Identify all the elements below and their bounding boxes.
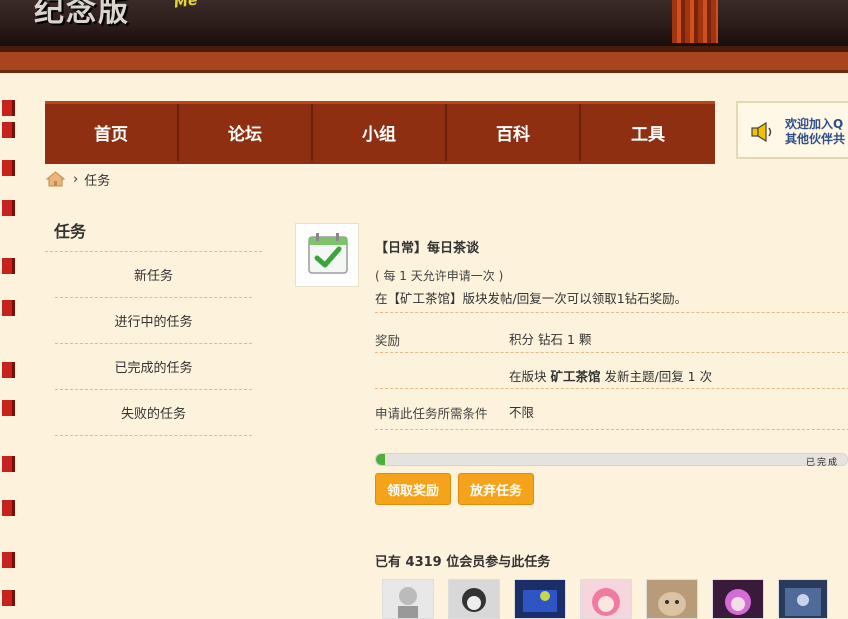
left-vine-decoration [0, 100, 16, 608]
avatar[interactable] [382, 579, 434, 619]
abandon-task-button[interactable]: 放弃任务 [458, 473, 535, 505]
avatar[interactable] [778, 579, 828, 619]
announcement-line-2: 其他伙伴共 [785, 132, 846, 146]
task-progress-fill [376, 454, 386, 465]
speaker-icon [751, 121, 772, 143]
nav-tools[interactable]: 工具 [581, 104, 715, 161]
sidebar-item-new-tasks[interactable]: 新任务 [55, 252, 252, 298]
task-frequency: ( 每 1 天允许申请一次 ) [375, 269, 504, 283]
reward-value: 积分 钻石 1 颗 [509, 332, 592, 347]
reward-label: 奖励 [375, 333, 401, 348]
nav-wiki[interactable]: 百科 [447, 104, 581, 161]
header-banner: 纪念版 Me [0, 0, 848, 46]
sidebar-title: 任务 [54, 222, 87, 241]
participant-avatars [382, 579, 828, 619]
sidebar-item-completed[interactable]: 已完成的任务 [55, 344, 252, 390]
avatar[interactable] [646, 579, 698, 619]
avatar[interactable] [580, 579, 632, 619]
task-progress-text: 已完成 [806, 458, 840, 468]
sidebar-item-failed[interactable]: 失败的任务 [55, 390, 252, 436]
condition-prefix: 在版块 [509, 369, 547, 384]
task-progress-bar [375, 453, 848, 466]
avatar[interactable] [712, 579, 764, 619]
nav-home[interactable]: 首页 [45, 104, 179, 161]
breadcrumb: › 任务 [46, 170, 111, 189]
claim-reward-button[interactable]: 领取奖励 [375, 473, 452, 505]
announcement-box[interactable]: 欢迎加入Q 其他伙伴共 [736, 101, 848, 159]
requirement-value: 不限 [509, 405, 535, 420]
avatar[interactable] [448, 579, 500, 619]
pixel-block-decoration [672, 0, 718, 43]
task-title: 【日常】每日茶谈 [375, 241, 480, 256]
participants-count: 已有 4319 位会员参与此任务 [375, 555, 551, 570]
avatar[interactable] [514, 579, 566, 619]
site-logo-subtext: Me [173, 0, 199, 12]
header-strip [0, 52, 848, 73]
condition-value: 在版块 矿工茶馆 发新主题/回复 1 次 [509, 366, 712, 385]
condition-row: 在版块 矿工茶馆 发新主题/回复 1 次 [375, 352, 848, 389]
announcement-line-1: 欢迎加入Q [785, 117, 844, 131]
sidebar-item-in-progress[interactable]: 进行中的任务 [55, 298, 252, 344]
main-nav: 首页 论坛 小组 百科 工具 [45, 101, 715, 164]
breadcrumb-separator: › [73, 171, 79, 187]
requirement-label: 申请此任务所需条件 [375, 406, 488, 421]
condition-suffix: 发新主题/回复 1 次 [604, 369, 713, 384]
condition-forum-link[interactable]: 矿工茶馆 [551, 369, 601, 384]
task-calendar-check-icon [295, 223, 359, 287]
site-logo-text: 纪念版 [34, 0, 130, 29]
reward-row: 奖励 积分 钻石 1 颗 [375, 312, 848, 353]
sidebar-list: 新任务 进行中的任务 已完成的任务 失败的任务 [55, 252, 252, 436]
nav-forum[interactable]: 论坛 [179, 104, 313, 161]
nav-groups[interactable]: 小组 [313, 104, 447, 161]
task-description: 在【矿工茶馆】版块发帖/回复一次可以领取1钻石奖励。 [375, 291, 688, 306]
home-icon[interactable] [46, 171, 65, 187]
requirement-row: 申请此任务所需条件 不限 [375, 388, 848, 430]
breadcrumb-current: 任务 [84, 173, 111, 189]
